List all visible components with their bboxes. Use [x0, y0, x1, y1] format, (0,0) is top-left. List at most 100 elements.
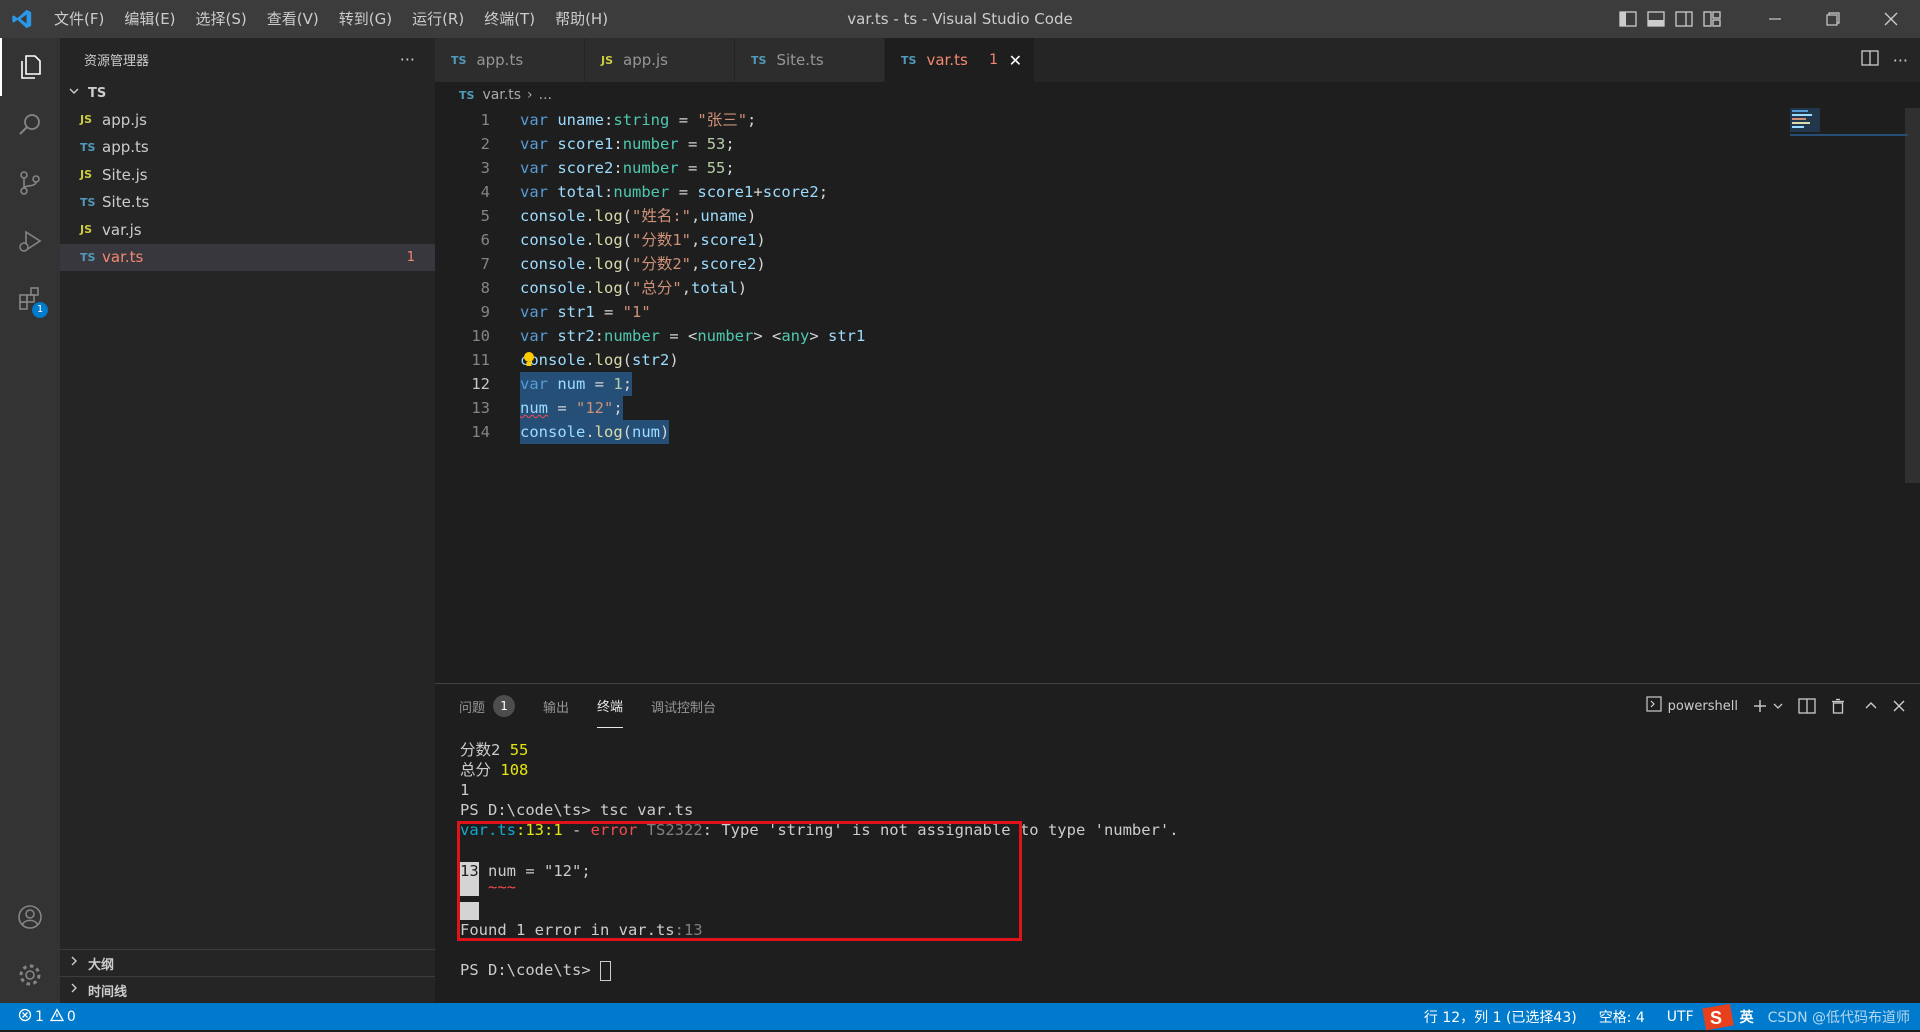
- indentation[interactable]: 空格: 4: [1599, 1007, 1645, 1027]
- file-label: app.js: [102, 110, 147, 129]
- customize-layout-icon[interactable]: [1698, 0, 1726, 38]
- menu-file[interactable]: 文件(F): [44, 0, 114, 38]
- tab-debug-console[interactable]: 调试控制台: [651, 684, 716, 728]
- toggle-panel-icon[interactable]: [1642, 0, 1670, 38]
- split-terminal-icon[interactable]: [1798, 698, 1816, 714]
- line-number: 12: [471, 375, 490, 393]
- menu-go[interactable]: 转到(G): [329, 0, 402, 38]
- code-line: var uname:string = "张三";: [520, 111, 757, 129]
- ts-file-icon: TS: [459, 88, 475, 102]
- watermark-text: CSDN @低代码布道师: [1767, 1009, 1910, 1026]
- file-var-ts[interactable]: TS var.ts 1: [60, 243, 435, 271]
- timeline-section[interactable]: 时间线: [60, 976, 435, 1003]
- file-app-ts[interactable]: TS app.ts: [60, 134, 435, 162]
- breadcrumb-file[interactable]: var.ts: [482, 87, 521, 103]
- breadcrumb-symbol[interactable]: ...: [539, 87, 552, 103]
- search-icon[interactable]: [0, 96, 60, 154]
- tab-site-ts[interactable]: TS Site.ts: [735, 38, 885, 82]
- error-highlight-box: [457, 821, 1022, 941]
- chevron-down-icon: [68, 85, 80, 101]
- menu-view[interactable]: 查看(V): [257, 0, 329, 38]
- minimap[interactable]: [1790, 108, 1908, 138]
- code-line: var str1 = "1": [520, 303, 651, 321]
- ts-file-icon: TS: [451, 53, 467, 67]
- source-control-icon[interactable]: [0, 154, 60, 212]
- shell-name[interactable]: powershell: [1668, 699, 1738, 714]
- vscode-logo-icon: [0, 0, 44, 38]
- tab-label: app.ts: [476, 51, 524, 69]
- error-count: 1: [35, 1008, 44, 1025]
- menu-selection[interactable]: 选择(S): [186, 0, 257, 38]
- breadcrumb-separator: ›: [527, 87, 533, 103]
- tab-app-js[interactable]: JS app.js: [585, 38, 735, 82]
- file-label: var.js: [102, 220, 142, 239]
- file-site-ts[interactable]: TS Site.ts: [60, 189, 435, 217]
- js-file-icon: JS: [80, 223, 93, 237]
- new-terminal-icon[interactable]: [1752, 698, 1768, 714]
- code-line: console.log("分数2",score2): [520, 255, 766, 273]
- ime-mode[interactable]: 英: [1740, 1007, 1754, 1027]
- encoding[interactable]: UTF: [1667, 1009, 1694, 1025]
- close-panel-icon[interactable]: [1892, 699, 1906, 713]
- code-line-selected: var num = 1;: [520, 372, 633, 396]
- ts-file-icon: TS: [80, 140, 96, 154]
- toggle-sidebar-icon[interactable]: [1614, 0, 1642, 38]
- file-app-js[interactable]: JS app.js: [60, 106, 435, 134]
- line-number: 8: [480, 279, 490, 297]
- restore-icon[interactable]: [1804, 0, 1862, 38]
- menu-terminal[interactable]: 终端(T): [474, 0, 545, 38]
- editor-scrollbar[interactable]: [1905, 108, 1920, 483]
- tab-app-ts[interactable]: TS app.ts: [435, 38, 585, 82]
- title-bar: 文件(F) 编辑(E) 选择(S) 查看(V) 转到(G) 运行(R) 终端(T…: [0, 0, 1920, 38]
- warning-icon: [49, 1007, 65, 1026]
- line-number: 1: [480, 111, 490, 129]
- settings-gear-icon[interactable]: [0, 946, 60, 1004]
- more-actions-icon[interactable]: ···: [400, 50, 415, 69]
- terminal-line: 分数2 55: [460, 741, 529, 759]
- ts-file-icon: TS: [751, 53, 767, 67]
- extensions-icon[interactable]: 1: [0, 270, 60, 328]
- chevron-up-icon[interactable]: [1864, 699, 1878, 713]
- code-line: var score2:number = 55;: [520, 159, 735, 177]
- run-debug-icon[interactable]: [0, 212, 60, 270]
- bottom-panel: 问题 1 输出 终端 调试控制台 powershell 分数2 55 总分 108…: [435, 683, 1920, 1003]
- line-number: 5: [480, 207, 490, 225]
- line-number: 3: [480, 159, 490, 177]
- tab-terminal[interactable]: 终端: [597, 684, 624, 728]
- file-var-js[interactable]: JS var.js: [60, 216, 435, 244]
- chevron-down-icon[interactable]: [1772, 700, 1784, 712]
- ts-file-icon: TS: [80, 195, 96, 209]
- split-editor-icon[interactable]: [1861, 50, 1879, 70]
- more-actions-icon[interactable]: ···: [1893, 51, 1908, 70]
- folder-ts[interactable]: TS: [60, 80, 435, 106]
- code-editor[interactable]: 1 var uname:string = "张三"; 2 var score1:nu…: [435, 108, 1920, 683]
- accounts-icon[interactable]: [0, 888, 60, 946]
- tab-var-ts[interactable]: TS var.ts 1 ✕: [885, 38, 1035, 82]
- code-line: console.log("总分",total): [520, 279, 748, 297]
- folder-label: TS: [88, 85, 107, 101]
- svg-text:S: S: [1710, 1008, 1722, 1028]
- cursor-position[interactable]: 行 12，列 1 (已选择43): [1424, 1007, 1577, 1027]
- tab-problems[interactable]: 问题 1: [459, 684, 516, 728]
- trash-icon[interactable]: [1830, 698, 1846, 714]
- close-tab-icon[interactable]: ✕: [1009, 51, 1022, 70]
- code-line-selected: num = "12";: [520, 396, 623, 420]
- line-number: 11: [471, 351, 490, 369]
- tab-label: Site.ts: [776, 51, 824, 69]
- menu-run[interactable]: 运行(R): [402, 0, 474, 38]
- file-label: var.ts: [102, 248, 144, 267]
- problems-status[interactable]: 1 0: [18, 1003, 76, 1030]
- menu-edit[interactable]: 编辑(E): [114, 0, 185, 38]
- tab-label: 输出: [543, 700, 570, 716]
- explorer-icon[interactable]: [0, 38, 60, 96]
- outline-section[interactable]: 大纲: [60, 949, 435, 976]
- file-site-js[interactable]: JS Site.js: [60, 161, 435, 189]
- close-window-icon[interactable]: [1862, 0, 1920, 38]
- menu-help[interactable]: 帮助(H): [545, 0, 618, 38]
- minimize-icon[interactable]: [1746, 0, 1804, 38]
- terminal-line: PS D:\code\ts> tsc var.ts: [460, 801, 694, 819]
- toggle-secondary-sidebar-icon[interactable]: [1670, 0, 1698, 38]
- tab-output[interactable]: 输出: [543, 684, 569, 728]
- line-number: 9: [480, 303, 490, 321]
- ts-file-icon: TS: [80, 250, 96, 264]
